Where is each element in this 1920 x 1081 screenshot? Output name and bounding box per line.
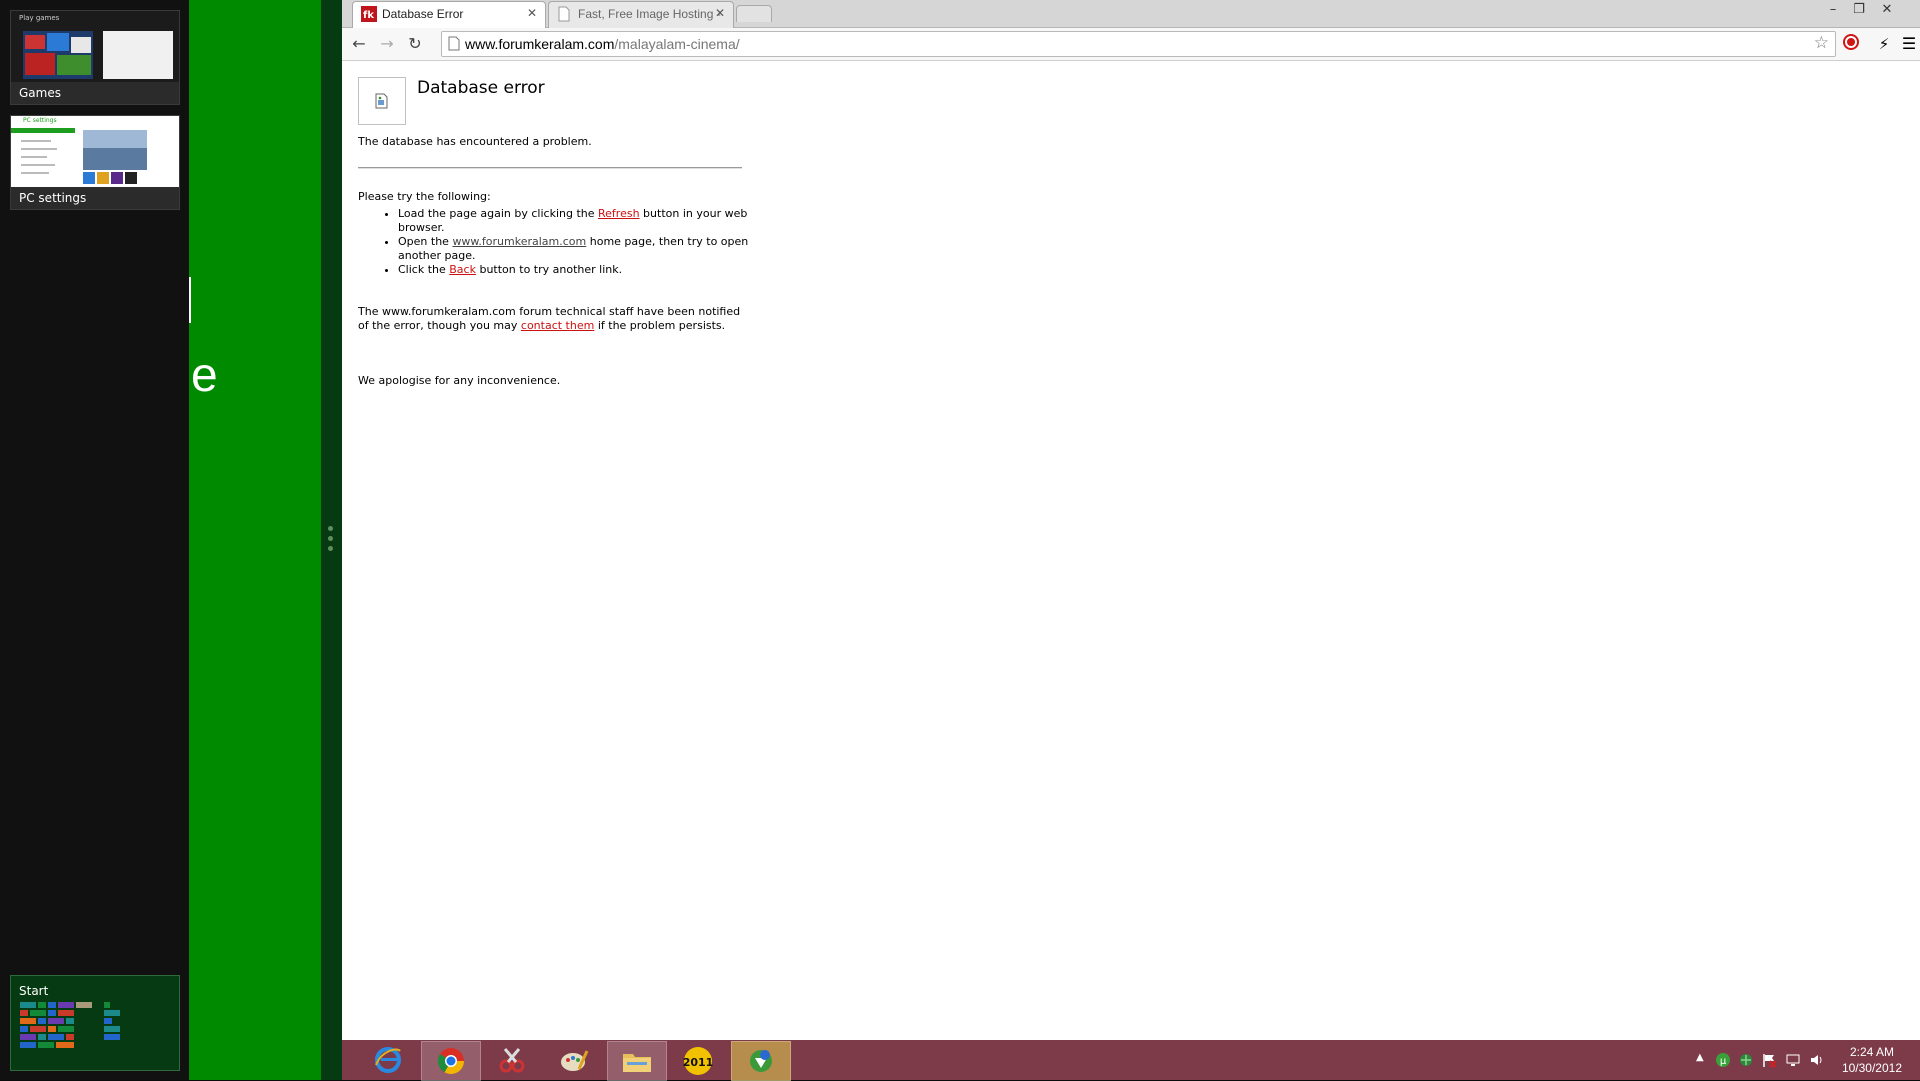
app-label-games: Games	[19, 86, 61, 100]
broken-image-icon	[358, 77, 406, 125]
snipping-tool-icon[interactable]	[483, 1041, 541, 1079]
address-bar[interactable]: www.forumkeralam.com/malayalam-cinema/ ☆	[441, 31, 1836, 57]
address-text: www.forumkeralam.com/malayalam-cinema/	[465, 36, 740, 52]
url-path: /malayalam-cinema/	[614, 36, 740, 52]
games-preview-text: Play games	[19, 14, 60, 22]
download-manager-icon[interactable]	[731, 1041, 791, 1081]
tab-image-hosting[interactable]: Fast, Free Image Hosting - ✕	[548, 1, 734, 28]
page-favicon-icon	[557, 6, 573, 22]
flash-extension-icon[interactable]: ⚡	[1873, 33, 1895, 55]
svg-text:µ: µ	[1720, 1056, 1727, 1067]
close-window-icon[interactable]: ✕	[1877, 2, 1897, 17]
text-cursor	[189, 277, 191, 323]
file-explorer-icon[interactable]	[607, 1041, 667, 1081]
suggestion-list: Load the page again by clicking the Refr…	[358, 207, 793, 277]
contact-link[interactable]: contact them	[521, 319, 594, 332]
system-clock[interactable]: 2:24 AM 10/30/2012	[1842, 1044, 1902, 1076]
minimize-icon[interactable]: –	[1823, 2, 1843, 17]
tab-strip: fk Database Error ✕ Fast, Free Image Hos…	[342, 0, 1920, 28]
year-badge-text: 2011	[683, 1056, 714, 1069]
favicon-text: fk	[363, 10, 374, 21]
refresh-link[interactable]: Refresh	[598, 207, 640, 220]
start-screen-background: e	[189, 0, 321, 1080]
browser-toolbar: ← → ↻ www.forumkeralam.com/malayalam-cin…	[342, 28, 1920, 61]
snap-splitter[interactable]	[321, 0, 342, 1080]
reload-icon[interactable]: ↻	[405, 34, 425, 54]
tab-database-error[interactable]: fk Database Error ✕	[352, 1, 546, 28]
action-center-flag-icon[interactable]	[1761, 1052, 1777, 1072]
apology-text: We apologise for any inconvenience.	[358, 374, 561, 387]
start-thumbnail[interactable]: Start	[10, 975, 180, 1071]
splitter-grip-icon[interactable]	[328, 526, 334, 556]
notification-text: The www.forumkeralam.com forum technical…	[358, 305, 741, 332]
clock-date: 10/30/2012	[1841, 1061, 1902, 1075]
volume-icon[interactable]	[1809, 1052, 1825, 1072]
back-link[interactable]: Back	[449, 263, 476, 276]
adblock-extension-icon[interactable]	[1840, 33, 1862, 55]
tab-close-icon[interactable]: ✕	[527, 6, 537, 20]
chrome-icon[interactable]	[421, 1041, 481, 1081]
tab-title: Fast, Free Image Hosting -	[578, 7, 721, 21]
utorrent-tray-icon[interactable]: µ	[1715, 1052, 1731, 1072]
pc-settings-preview: PC settings	[11, 116, 179, 187]
tab-title: Database Error	[382, 7, 464, 21]
page-icon	[448, 36, 460, 55]
app-label-pc-settings: PC settings	[19, 191, 87, 205]
browser-window: fk Database Error ✕ Fast, Free Image Hos…	[342, 0, 1920, 1040]
paint-icon[interactable]	[545, 1041, 603, 1079]
page-content: Database error The database has encounte…	[342, 61, 1920, 1040]
games-preview: Play games	[11, 11, 179, 82]
taskbar: 2011 ▲ µ 2:24 AM 10/30/2012	[342, 1040, 1920, 1081]
app-thumbnail-games[interactable]: Play games Games	[10, 10, 180, 105]
list-item: Open the www.forumkeralam.com home page,…	[398, 235, 793, 263]
clock-time: 2:24 AM	[1849, 1045, 1894, 1059]
restore-icon[interactable]: ❐	[1849, 2, 1869, 17]
list-item: Load the page again by clicking the Refr…	[398, 207, 793, 235]
new-tab-button[interactable]	[736, 5, 772, 22]
network-icon[interactable]	[1785, 1052, 1801, 1072]
error-message: The database has encountered a problem.	[358, 135, 592, 148]
chrome-menu-icon[interactable]: ☰	[1898, 33, 1920, 55]
start-label: Start	[19, 984, 49, 998]
internet-explorer-icon[interactable]	[359, 1041, 417, 1079]
network-sharing-tray-icon[interactable]	[1738, 1052, 1754, 1072]
show-hidden-icons-icon[interactable]: ▲	[1696, 1052, 1704, 1063]
tab-close-icon[interactable]: ✕	[715, 6, 725, 20]
bookmark-star-icon[interactable]: ☆	[1814, 33, 1829, 53]
forumkeralam-favicon-icon: fk	[361, 6, 377, 22]
divider	[358, 167, 742, 169]
pc-settings-preview-text: PC settings	[23, 117, 57, 124]
forward-icon[interactable]: →	[377, 34, 397, 54]
page-title: Database error	[417, 78, 545, 98]
list-item: Click the Back button to try another lin…	[398, 263, 793, 277]
home-page-link[interactable]: www.forumkeralam.com	[452, 235, 586, 248]
partial-heading-text: e	[191, 349, 218, 402]
url-host: www.forumkeralam.com	[465, 36, 615, 52]
try-heading: Please try the following:	[358, 190, 491, 203]
app-switcher: Play games Games PC settings PC settings…	[0, 0, 189, 1080]
app-thumbnail-pc-settings[interactable]: PC settings PC settings	[10, 115, 180, 210]
start-tiles-icon	[20, 1002, 120, 1048]
back-icon[interactable]: ←	[349, 34, 369, 54]
year-2011-app-icon[interactable]: 2011	[669, 1041, 727, 1079]
